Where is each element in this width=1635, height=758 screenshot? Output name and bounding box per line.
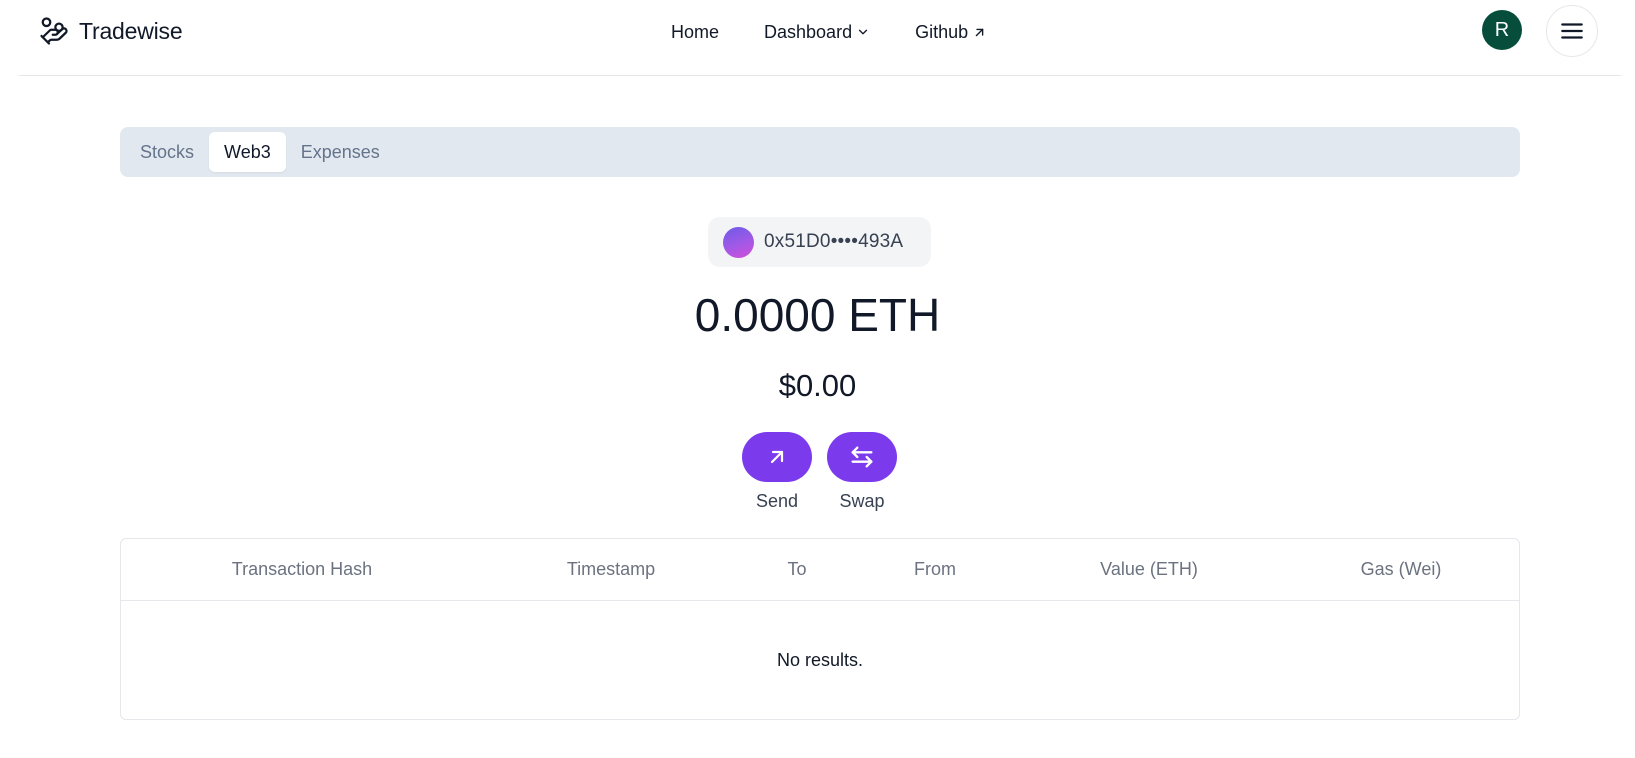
arrow-up-right-icon [975,28,984,36]
send-action: Send [742,432,812,512]
transactions-table: Transaction Hash Timestamp To From Value… [120,538,1520,720]
wallet-avatar [723,226,754,258]
tab-list: Stocks Web3 Expenses [120,127,1520,177]
column-header-timestamp: Timestamp [566,559,656,579]
swap-button[interactable] [827,432,897,482]
chevron-down-icon [858,29,868,35]
menu-icon [1561,23,1583,39]
nav-github-label: Github [915,21,969,42]
column-header-from: From [914,559,956,579]
main-nav: Home Dashboard Github [671,18,987,46]
wallet-account-button[interactable]: 0x51D0••••493A [708,217,931,267]
column-header-transaction-hash: Transaction Hash [231,559,373,579]
send-button[interactable] [742,432,812,482]
menu-button[interactable] [1546,5,1598,57]
nav-dashboard-label: Dashboard [764,21,853,42]
nav-dashboard[interactable]: Dashboard [764,22,870,43]
send-label: Send [755,491,799,511]
swap-label: Swap [839,491,885,511]
nav-home[interactable]: Home [671,22,719,43]
hand-coins-icon [39,16,69,46]
column-header-to: To [787,559,807,579]
arrow-up-right-icon [770,450,784,464]
swap-action: Swap [827,432,897,512]
tab-stocks[interactable]: Stocks [125,132,209,172]
brand[interactable]: Tradewise [39,14,183,48]
wallet-address: 0x51D0••••493A [764,231,904,252]
nav-github[interactable]: Github [915,22,987,43]
swap-arrows-icon [851,446,873,468]
tab-web3[interactable]: Web3 [209,132,286,172]
avatar[interactable]: R [1482,10,1522,50]
empty-state-message: No results. [776,649,864,670]
table-header-row: Transaction Hash Timestamp To From Value… [121,539,1519,601]
eth-balance: 0.0000 ETH [694,289,941,341]
tab-expenses[interactable]: Expenses [286,132,395,172]
usd-balance: $0.00 [778,368,857,403]
column-header-value-eth: Value (ETH) [1100,559,1198,579]
top-header: Tradewise Home Dashboard Github R [19,0,1621,76]
column-header-gas-wei: Gas (Wei) [1360,559,1442,579]
brand-name: Tradewise [79,17,183,44]
